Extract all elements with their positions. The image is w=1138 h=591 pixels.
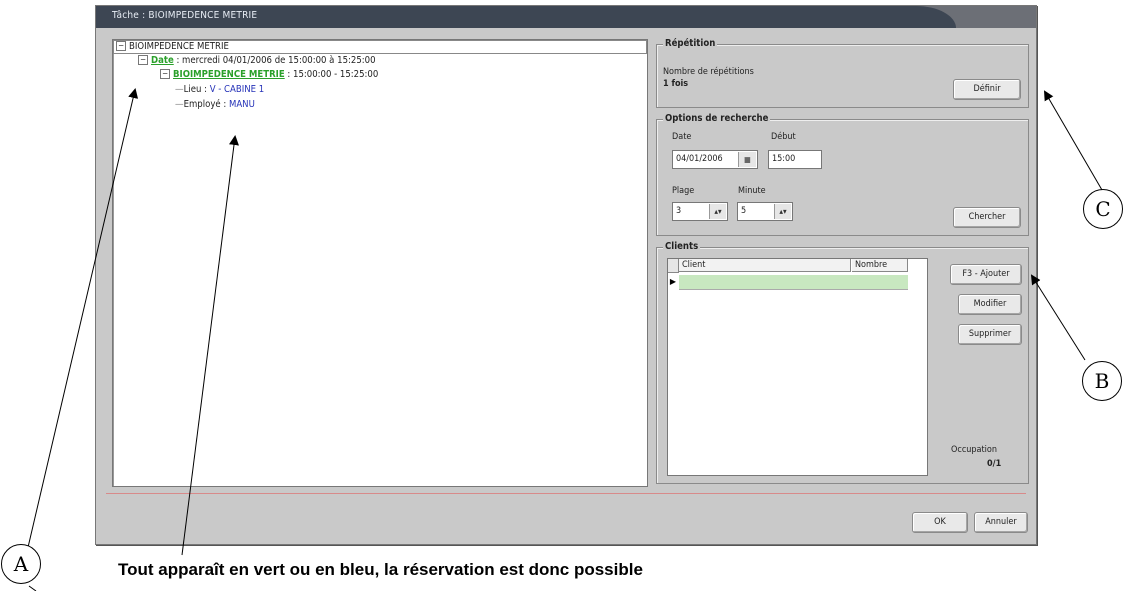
annotation-b: B <box>1082 361 1122 401</box>
arrow-caption <box>181 135 239 556</box>
arrow-b <box>1030 274 1086 361</box>
caption: Tout apparaît en vert ou en bleu, la rés… <box>118 560 643 579</box>
arrow-a <box>21 88 139 574</box>
arrow-c <box>1043 90 1103 191</box>
arrow-a-tail <box>28 585 37 591</box>
annotation-arrows <box>21 88 1103 591</box>
annotation-a: A <box>1 544 41 584</box>
annotation-c: C <box>1083 189 1123 229</box>
